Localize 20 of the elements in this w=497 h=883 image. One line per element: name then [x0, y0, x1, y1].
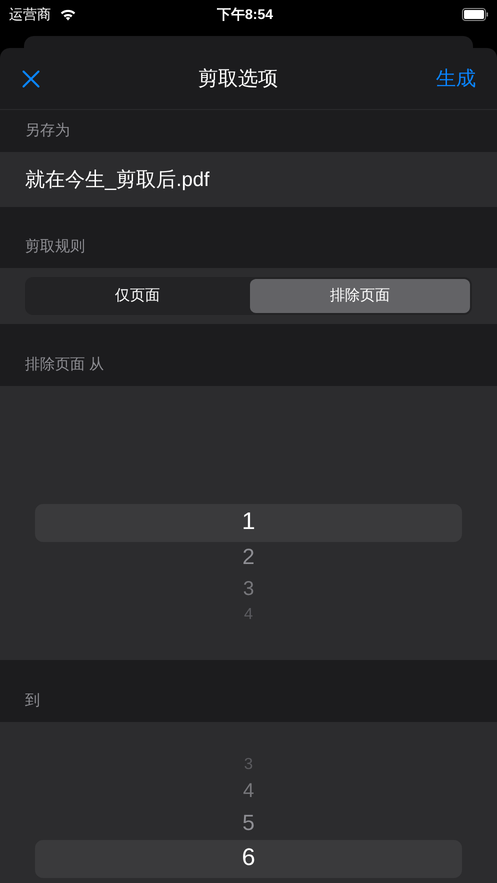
picker-option[interactable]: 5 [242, 806, 255, 840]
section-label: 到 [25, 690, 40, 710]
picker-option[interactable]: 6 [242, 840, 256, 876]
carrier-label: 运营商 [9, 4, 51, 24]
generate-button[interactable]: 生成 [436, 64, 476, 94]
segment-tab[interactable]: 仅页面 [27, 279, 248, 313]
wifi-icon [59, 8, 77, 20]
close-icon[interactable] [22, 70, 40, 88]
file-name-field[interactable]: 就在今生_剪取后.pdf [0, 152, 497, 207]
section-label: 排除页面 从 [25, 354, 104, 374]
picker-option[interactable]: 3 [242, 574, 254, 604]
segment-tab[interactable]: 排除页面 [250, 279, 470, 313]
section-label: 另存为 [25, 120, 70, 141]
clock-time: 下午8:54 [217, 4, 274, 24]
sheet-title: 剪取选项 [198, 66, 278, 92]
picker-option[interactable]: 2 [242, 540, 255, 574]
picker-option[interactable]: 1 [242, 504, 256, 540]
battery-icon [462, 8, 489, 20]
picker-option[interactable]: 4 [242, 776, 254, 806]
section-label: 剪取规则 [25, 236, 85, 256]
